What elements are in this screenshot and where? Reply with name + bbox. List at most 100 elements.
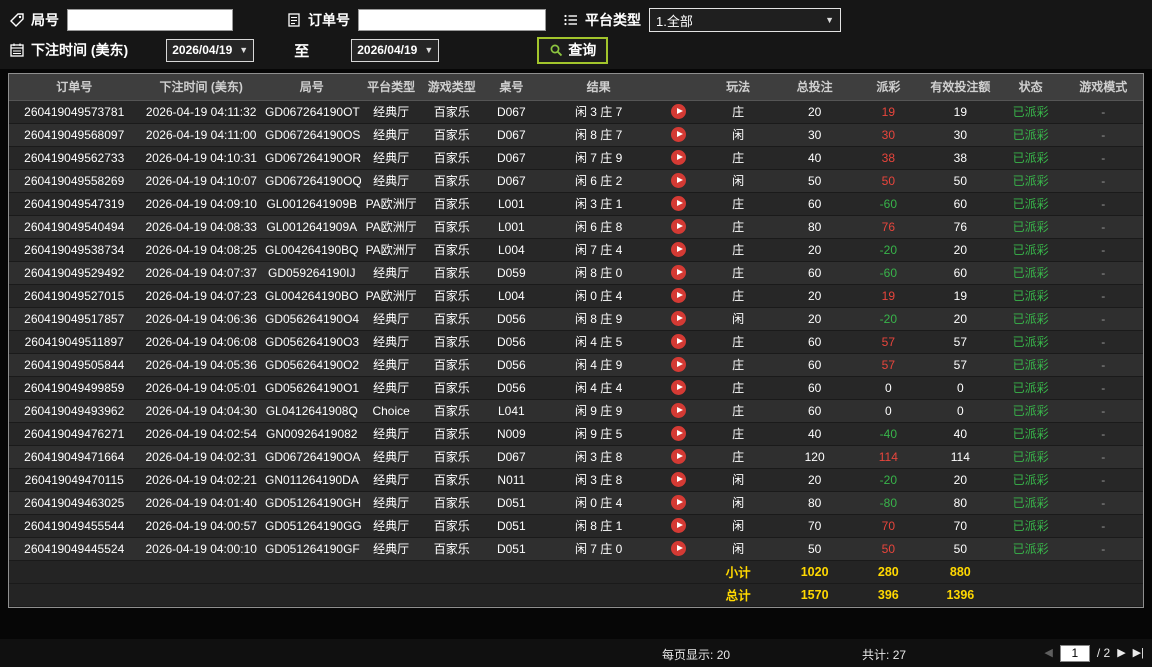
next-page-button[interactable]: ▶ [1117, 647, 1125, 659]
cell-play: 庄 [700, 376, 776, 400]
cell-result: 闲 3 庄 7 [540, 100, 657, 124]
cell-status: 已派彩 [997, 192, 1064, 216]
page-input[interactable] [1059, 644, 1090, 662]
summary-total-bet: 1020 [775, 560, 854, 584]
cell-platform: Choice [360, 399, 422, 423]
cell-table-no: D051 [481, 537, 541, 561]
play-triangle [677, 315, 684, 322]
cell-table-no: N009 [481, 422, 541, 446]
cell-status: 已派彩 [997, 284, 1064, 308]
total-count-label: 共计: [862, 648, 890, 662]
cell-result: 闲 7 庄 9 [540, 146, 657, 170]
summary-status-empty [997, 583, 1064, 607]
cell-play: 庄 [700, 146, 776, 170]
cell-table-no: D056 [481, 376, 541, 400]
video-play-icon[interactable] [671, 403, 687, 419]
video-play-icon[interactable] [671, 265, 687, 281]
cell-order-id: 260419049511897 [9, 330, 140, 354]
search-button[interactable]: 查询 [537, 36, 609, 64]
cell-valid-bet: 70 [922, 514, 998, 538]
cell-payout: 57 [853, 330, 923, 354]
cell-bet-time: 2026-04-19 04:05:01 [139, 376, 263, 400]
video-play-icon[interactable] [671, 518, 687, 534]
video-play-icon[interactable] [671, 426, 687, 442]
video-play-icon[interactable] [671, 334, 687, 350]
cell-video [656, 169, 701, 193]
cell-round-id: GL0012641909A [263, 215, 361, 239]
chevron-down-icon: ▼ [825, 15, 834, 25]
column-header: 结果 [540, 74, 657, 101]
cell-mode: - [1063, 330, 1143, 354]
cell-platform: 经典厅 [360, 376, 422, 400]
video-play-icon[interactable] [671, 541, 687, 557]
total-row: 总计 1570 396 1396 [9, 583, 1143, 607]
platform-selected-value: 1.全部 [656, 13, 693, 29]
cell-valid-bet: 80 [922, 491, 998, 515]
prev-page-button[interactable]: ◀ [1044, 647, 1052, 659]
cell-game-type: 百家乐 [421, 169, 482, 193]
cell-total-bet: 120 [775, 445, 854, 469]
table-row: 260419049527015 2026-04-19 04:07:23 GL0042… [9, 284, 1143, 308]
cell-valid-bet: 0 [922, 376, 998, 400]
per-page-display: 每页显示: 20 [662, 646, 730, 663]
cell-round-id: GD067264190OQ [263, 169, 361, 193]
video-play-icon[interactable] [671, 472, 687, 488]
cell-result: 闲 4 庄 9 [540, 353, 657, 377]
cell-bet-time: 2026-04-19 04:10:07 [139, 169, 263, 193]
cell-table-no: D051 [481, 491, 541, 515]
last-page-button[interactable]: ▶| [1133, 647, 1144, 659]
video-play-icon[interactable] [671, 449, 687, 465]
cell-play: 闲 [700, 468, 776, 492]
summary-spacer [9, 560, 701, 584]
table-row: 260419049499859 2026-04-19 04:05:01 GD0562… [9, 376, 1143, 400]
video-play-icon[interactable] [671, 357, 687, 373]
video-play-icon[interactable] [671, 219, 687, 235]
cell-bet-time: 2026-04-19 04:00:10 [139, 537, 263, 561]
cell-video [656, 514, 701, 538]
cell-round-id: GD051264190GH [263, 491, 361, 515]
video-play-icon[interactable] [671, 288, 687, 304]
cell-table-no: L041 [481, 399, 541, 423]
platform-type-select[interactable]: 1.全部 ▼ [649, 8, 841, 32]
cell-mode: - [1063, 376, 1143, 400]
cell-game-type: 百家乐 [421, 422, 482, 446]
cell-game-type: 百家乐 [421, 261, 482, 285]
cell-video [656, 238, 701, 262]
cell-payout: 57 [853, 353, 923, 377]
date-to-picker[interactable]: 2026/04/19 ▼ [351, 38, 440, 62]
video-play-icon[interactable] [671, 150, 687, 166]
cell-mode: - [1063, 123, 1143, 147]
video-play-icon[interactable] [671, 380, 687, 396]
cell-bet-time: 2026-04-19 04:08:25 [139, 238, 263, 262]
cell-result: 闲 7 庄 4 [540, 238, 657, 262]
video-play-icon[interactable] [671, 311, 687, 327]
order-input[interactable] [358, 9, 546, 31]
play-triangle [677, 108, 684, 115]
video-play-icon[interactable] [671, 104, 687, 120]
cell-total-bet: 40 [775, 422, 854, 446]
video-play-icon[interactable] [671, 495, 687, 511]
summary-valid-bet: 1396 [922, 583, 998, 607]
video-play-icon[interactable] [671, 127, 687, 143]
round-input[interactable] [67, 9, 233, 31]
clipboard-icon [285, 11, 303, 29]
cell-total-bet: 60 [775, 192, 854, 216]
cell-video [656, 123, 701, 147]
date-from-picker[interactable]: 2026/04/19 ▼ [166, 38, 255, 62]
video-play-icon[interactable] [671, 242, 687, 258]
video-play-icon[interactable] [671, 173, 687, 189]
cell-video [656, 376, 701, 400]
cell-mode: - [1063, 353, 1143, 377]
cell-result: 闲 9 庄 9 [540, 399, 657, 423]
cell-table-no: D067 [481, 123, 541, 147]
play-triangle [677, 361, 684, 368]
cell-order-id: 260419049445524 [9, 537, 140, 561]
cell-payout: -40 [853, 422, 923, 446]
cell-game-type: 百家乐 [421, 376, 482, 400]
cell-total-bet: 70 [775, 514, 854, 538]
video-play-icon[interactable] [671, 196, 687, 212]
cell-order-id: 260419049455544 [9, 514, 140, 538]
pager: ◀ / 2 ▶ ▶| [1044, 639, 1144, 667]
column-header: 游戏模式 [1063, 74, 1143, 101]
cell-total-bet: 60 [775, 261, 854, 285]
